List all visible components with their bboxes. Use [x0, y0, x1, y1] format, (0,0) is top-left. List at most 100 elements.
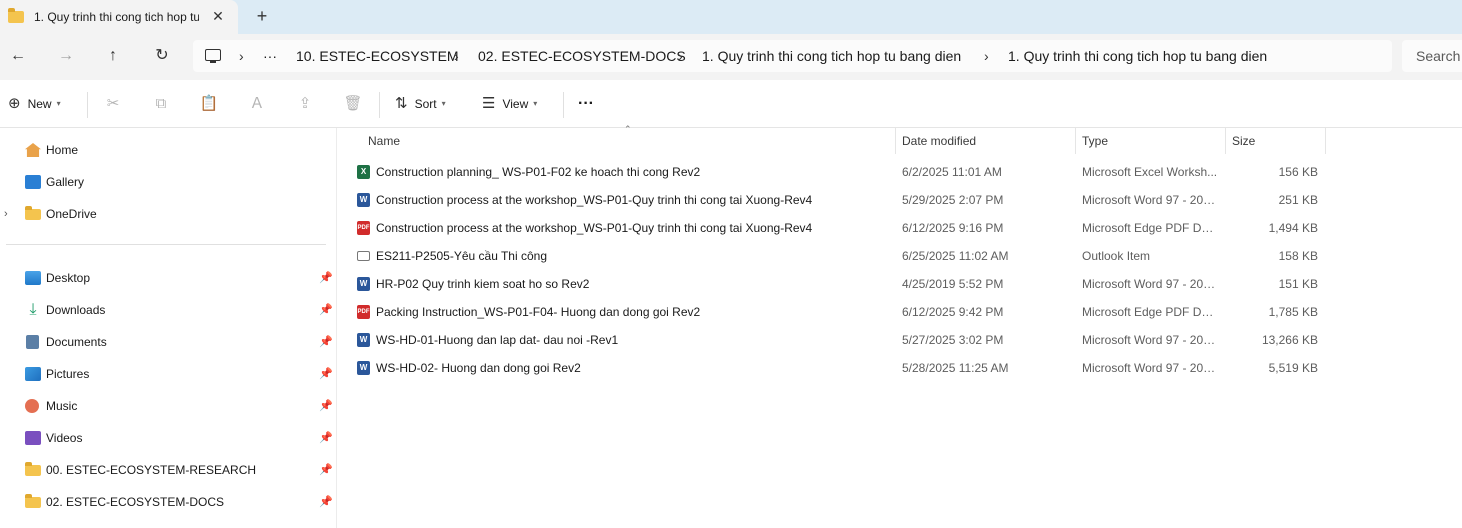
breadcrumb-separator[interactable]: › [678, 40, 683, 72]
sort-icon: ⇅ [395, 95, 408, 112]
pin-icon[interactable]: 📌 [319, 456, 333, 484]
breadcrumb-item-ecosystem[interactable]: 10. ESTEC-ECOSYSTEM [296, 40, 459, 72]
file-date: 4/25/2019 5:52 PM [902, 277, 1004, 291]
pin-icon[interactable]: 📌 [319, 392, 333, 420]
breadcrumb-separator[interactable]: › [454, 40, 459, 72]
file-list: ⌃ Name Date modified Type Size X Constru… [338, 124, 1462, 528]
column-divider[interactable] [1225, 128, 1226, 154]
file-row[interactable]: PDF Construction process at the workshop… [338, 214, 1328, 242]
pin-icon[interactable]: 📌 [319, 328, 333, 356]
file-row[interactable]: ES211-P2505-Yêu cầu Thi công 6/25/2025 1… [338, 242, 1328, 270]
file-size: 151 KB [1278, 277, 1318, 291]
more-options-button[interactable]: ··· [578, 92, 594, 116]
file-type: Microsoft Word 97 - 200... [1082, 277, 1218, 291]
file-size: 1,785 KB [1268, 305, 1318, 319]
search-input[interactable]: Search [1402, 40, 1462, 72]
sidebar-item-label: Documents [46, 335, 107, 349]
file-size: 13,266 KB [1261, 333, 1318, 347]
file-name: Packing Instruction_WS-P01-F04- Huong da… [376, 305, 701, 319]
cut-icon[interactable]: ✂ [101, 92, 125, 116]
file-size: 158 KB [1278, 249, 1318, 263]
file-row[interactable]: X Construction planning_ WS-P01-F02 ke h… [338, 158, 1328, 186]
file-type: Microsoft Edge PDF Do... [1082, 221, 1218, 235]
breadcrumb-more[interactable]: ··· [263, 40, 277, 72]
sidebar-item-label: 02. ESTEC-ECOSYSTEM-DOCS [46, 495, 225, 509]
file-date: 6/2/2025 11:01 AM [902, 165, 1002, 179]
column-divider[interactable] [1325, 128, 1326, 154]
close-tab-icon[interactable]: ✕ [210, 8, 226, 24]
forward-button[interactable]: → [54, 44, 78, 68]
file-type: Microsoft Edge PDF Do... [1082, 305, 1218, 319]
file-row[interactable]: W WS-HD-01-Huong dan lap dat- dau noi -R… [338, 326, 1328, 354]
column-header-type[interactable]: Type [1082, 128, 1108, 154]
pin-icon[interactable]: 📌 [319, 296, 333, 324]
gallery-icon [25, 175, 41, 189]
view-button[interactable]: ☰ View ▾ [482, 92, 537, 116]
file-row[interactable]: W Construction process at the workshop_W… [338, 186, 1328, 214]
sidebar-item-onedrive[interactable]: › OneDrive [0, 200, 337, 228]
address-row: ← → ↑ ↻ › ··· 10. ESTEC-ECOSYSTEM › 02. … [0, 34, 1462, 80]
pin-icon[interactable]: 📌 [319, 488, 333, 516]
sidebar-item-docs-folder[interactable]: 02. ESTEC-ECOSYSTEM-DOCS 📌 [0, 488, 337, 516]
back-button[interactable]: ← [6, 44, 30, 68]
plus-circle-icon: ⊕ [8, 95, 21, 112]
file-name: Construction planning_ WS-P01-F02 ke hoa… [376, 165, 701, 179]
chevron-down-icon: ▾ [533, 99, 538, 108]
sidebar-item-videos[interactable]: Videos 📌 [0, 424, 337, 452]
tab-current-folder[interactable]: 1. Quy trinh thi cong tich hop tu bang d… [0, 0, 238, 34]
rename-icon[interactable]: Ａ [245, 92, 269, 116]
sidebar-item-research-folder[interactable]: 00. ESTEC-ECOSYSTEM-RESEARCH 📌 [0, 456, 337, 484]
sidebar-item-desktop[interactable]: Desktop 📌 [0, 264, 337, 292]
folder-icon [25, 206, 41, 220]
sidebar-item-downloads[interactable]: ⤓ Downloads 📌 [0, 296, 337, 324]
sort-ascending-icon: ⌃ [624, 124, 632, 134]
sidebar-item-gallery[interactable]: Gallery [0, 168, 337, 196]
sidebar-item-label: Desktop [46, 271, 91, 285]
column-header-date[interactable]: Date modified [902, 128, 976, 154]
sidebar-item-label: 00. ESTEC-ECOSYSTEM-RESEARCH [46, 463, 257, 477]
delete-icon[interactable]: 🗑 [341, 92, 365, 116]
sidebar-item-label: Pictures [46, 367, 90, 381]
file-row[interactable]: PDF Packing Instruction_WS-P01-F04- Huon… [338, 298, 1328, 326]
column-divider[interactable] [1075, 128, 1076, 154]
copy-icon[interactable]: ⧉ [149, 92, 173, 116]
breadcrumb-item-current[interactable]: 1. Quy trinh thi cong tich hop tu bang d… [1008, 40, 1267, 72]
file-size: 251 KB [1278, 193, 1318, 207]
file-row[interactable]: W HR-P02 Quy trinh kiem soat ho so Rev2 … [338, 270, 1328, 298]
sidebar-item-music[interactable]: Music 📌 [0, 392, 337, 420]
sidebar-item-home[interactable]: Home [0, 136, 337, 164]
share-icon[interactable]: ⇪ [293, 92, 317, 116]
address-bar[interactable]: › ··· 10. ESTEC-ECOSYSTEM › 02. ESTEC-EC… [193, 40, 1392, 72]
breadcrumb-item-docs[interactable]: 02. ESTEC-ECOSYSTEM-DOCS [478, 40, 686, 72]
sidebar-item-documents[interactable]: Documents 📌 [0, 328, 337, 356]
pdf-file-icon: PDF [357, 305, 370, 319]
new-button[interactable]: ⊕ New ▾ [8, 92, 61, 116]
this-pc-icon[interactable] [205, 49, 221, 63]
breadcrumb-item-parent[interactable]: 1. Quy trinh thi cong tich hop tu bang d… [702, 40, 961, 72]
file-date: 5/28/2025 11:25 AM [902, 361, 1009, 375]
column-header-name[interactable]: Name [368, 128, 400, 154]
file-name: ES211-P2505-Yêu cầu Thi công [376, 249, 548, 263]
file-date: 5/29/2025 2:07 PM [902, 193, 1004, 207]
sidebar-item-pictures[interactable]: Pictures 📌 [0, 360, 337, 388]
file-name: Construction process at the workshop_WS-… [376, 221, 813, 235]
file-date: 6/12/2025 9:42 PM [902, 305, 1004, 319]
refresh-button[interactable]: ↻ [150, 44, 174, 68]
file-row[interactable]: W WS-HD-02- Huong dan dong goi Rev2 5/28… [338, 354, 1328, 382]
pin-icon[interactable]: 📌 [319, 360, 333, 388]
file-type: Outlook Item [1082, 249, 1151, 263]
sort-button[interactable]: ⇅ Sort ▾ [395, 92, 446, 116]
breadcrumb-separator[interactable]: › [984, 40, 989, 72]
file-date: 6/25/2025 11:02 AM [902, 249, 1009, 263]
outlook-mail-icon [357, 251, 370, 261]
breadcrumb-separator[interactable]: › [239, 40, 244, 72]
new-tab-button[interactable]: + [252, 6, 272, 26]
paste-icon[interactable]: 📋 [197, 92, 221, 116]
column-header-size[interactable]: Size [1232, 128, 1255, 154]
word-file-icon: W [357, 333, 370, 347]
up-button[interactable]: ↑ [101, 44, 125, 68]
chevron-right-icon[interactable]: › [4, 200, 8, 228]
column-divider[interactable] [895, 128, 896, 154]
pin-icon[interactable]: 📌 [319, 424, 333, 452]
pin-icon[interactable]: 📌 [319, 264, 333, 292]
